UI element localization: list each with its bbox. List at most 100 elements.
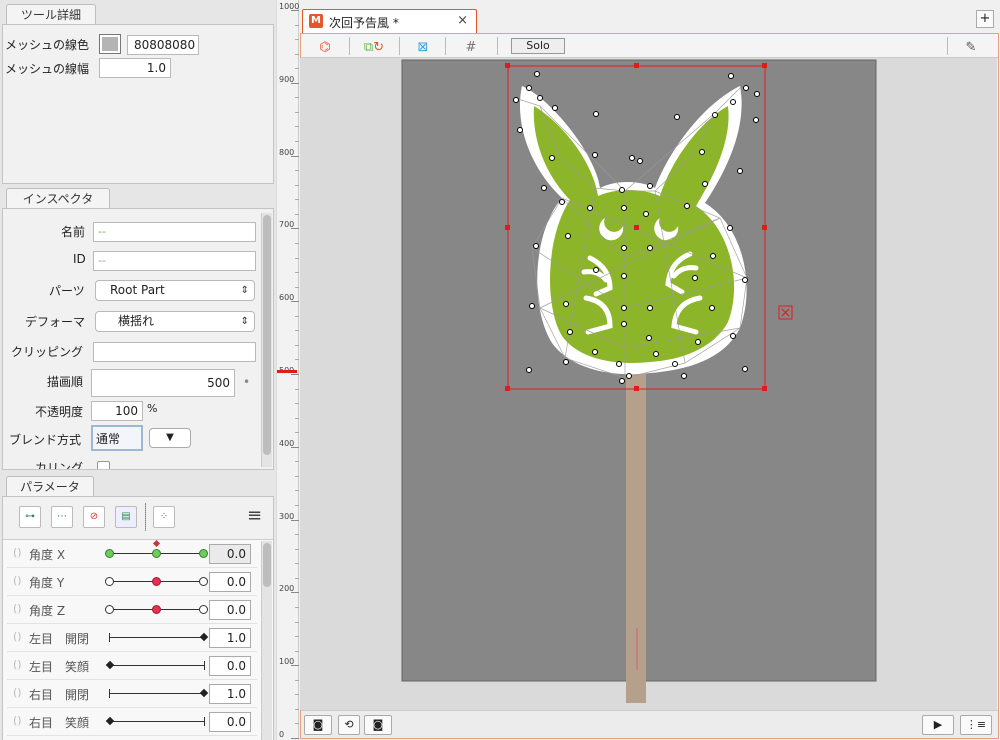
key-point[interactable] <box>152 577 161 586</box>
add-keys-icon[interactable]: ⋯ <box>51 506 73 528</box>
add-tab-button[interactable]: + <box>976 10 994 28</box>
id-input[interactable]: -- <box>93 251 256 271</box>
param-slider[interactable] <box>109 688 209 698</box>
blend-input[interactable]: 通常 <box>91 425 143 451</box>
name-input[interactable]: -- <box>93 222 256 242</box>
param-name: 左目 笑顔 <box>29 660 90 674</box>
inspector-scroll-thumb[interactable] <box>263 215 271 455</box>
key-marker[interactable] <box>199 688 209 698</box>
param-value[interactable]: 1.0 <box>209 684 251 704</box>
ruler-tick <box>291 82 299 84</box>
link-icon: () <box>13 714 22 727</box>
glue-icon[interactable]: ⧉↻ <box>359 39 389 57</box>
pen-icon[interactable]: ✎ <box>961 39 981 57</box>
key-point[interactable] <box>105 605 114 614</box>
param-slider[interactable] <box>105 660 205 670</box>
blend-dropdown-button[interactable]: ▼ <box>149 428 191 448</box>
param-row[interactable]: () 右目 笑顔 0.0 <box>7 708 257 736</box>
param-slider[interactable] <box>105 716 205 726</box>
clipping-label: クリッピング <box>11 345 84 359</box>
add-key-icon[interactable]: ⊶ <box>19 506 41 528</box>
draw-order-input[interactable]: 500 <box>91 369 235 397</box>
param-slider[interactable] <box>105 577 208 586</box>
caret-down-icon: ▼ <box>166 432 174 443</box>
parameter-panel-icon[interactable]: ▤ <box>115 506 137 528</box>
culling-label: カリング <box>35 461 84 470</box>
delete-key-icon[interactable]: ⊘ <box>83 506 105 528</box>
view-toolbar: ⌬ ⧉↻ ⊠ # Solo ✎ <box>301 34 998 58</box>
menu-icon[interactable]: ≡ <box>247 505 262 526</box>
close-tab-icon[interactable]: × <box>457 13 468 28</box>
viewport[interactable] <box>300 58 997 710</box>
range-end <box>204 717 205 726</box>
key-point[interactable] <box>105 577 114 586</box>
key-point[interactable] <box>152 549 161 558</box>
camera-icon[interactable]: ◙ <box>304 715 332 735</box>
param-slider[interactable] <box>105 539 208 558</box>
param-row[interactable]: () 角度 Z 0.0 <box>7 596 257 624</box>
param-row[interactable]: () 右目 開閉 1.0 <box>7 680 257 708</box>
key-point[interactable] <box>199 605 208 614</box>
param-value[interactable]: 0.0 <box>209 600 251 620</box>
toolbar-divider <box>497 37 498 55</box>
param-slider[interactable] <box>109 632 209 642</box>
param-row[interactable]: () 角度 Y 0.0 <box>7 568 257 596</box>
camera-save-icon[interactable]: ◙ <box>364 715 392 735</box>
param-value[interactable]: 1.0 <box>209 628 251 648</box>
name-label: 名前 <box>61 225 86 239</box>
param-row[interactable]: () 左目 笑顔 0.0 <box>7 652 257 680</box>
parts-label: パーツ <box>49 284 85 298</box>
parts-select[interactable]: Root Part ⇕ <box>95 280 255 301</box>
link-icon: () <box>13 686 22 699</box>
solo-button[interactable]: Solo <box>511 38 565 54</box>
deformer-select-value: 横揺れ <box>118 314 155 328</box>
list-button[interactable]: ⋮≡ <box>960 715 992 735</box>
opacity-input[interactable]: 100 <box>91 401 143 421</box>
key-marker[interactable] <box>199 632 209 642</box>
param-row[interactable]: () 左目 開閉 1.0 <box>7 624 257 652</box>
draw-order-label: 描画順 <box>47 375 84 389</box>
ruler-position-marker <box>277 370 297 373</box>
mesh-line-color-swatch[interactable] <box>99 34 121 54</box>
param-slider[interactable] <box>105 605 208 614</box>
grid-dots-icon[interactable]: ⁘ <box>153 506 175 528</box>
key-marker[interactable] <box>105 660 115 670</box>
grid-icon[interactable]: # <box>461 39 481 57</box>
parameters-scrollbar[interactable] <box>261 541 272 740</box>
ruler-tick <box>291 446 299 448</box>
param-name: 右目 開閉 <box>29 688 90 702</box>
document-tab[interactable]: M 次回予告風 * × <box>302 9 477 33</box>
tab-parameters[interactable]: パラメータ <box>6 476 94 497</box>
parameters-scroll-thumb[interactable] <box>263 543 271 587</box>
mesh-line-color-input[interactable]: 80808080 <box>127 35 199 55</box>
ruler-tick <box>291 228 299 230</box>
key-point[interactable] <box>199 577 208 586</box>
key-point[interactable] <box>199 549 208 558</box>
ruler-tick <box>291 155 299 157</box>
param-value[interactable]: 0.0 <box>209 572 251 592</box>
ruler-tick <box>291 665 299 667</box>
param-name: 左目 開閉 <box>29 632 90 646</box>
key-marker[interactable] <box>105 716 115 726</box>
deformer-icon[interactable]: ⊠ <box>413 39 433 57</box>
key-point[interactable] <box>105 549 114 558</box>
param-value[interactable]: 0.0 <box>209 712 251 732</box>
toolbar-divider <box>399 37 400 55</box>
ruler-tick <box>291 519 299 521</box>
deformer-select[interactable]: 横揺れ ⇕ <box>95 311 255 332</box>
canvas-scene[interactable] <box>300 58 997 710</box>
play-button[interactable]: ▶ <box>922 715 954 735</box>
param-row[interactable]: () 角度 X 0.0 <box>7 539 257 568</box>
mesh-edit-icon[interactable]: ⌬ <box>315 39 335 57</box>
key-point[interactable] <box>152 605 161 614</box>
mesh-line-width-input[interactable]: 1.0 <box>99 58 171 78</box>
inspector-scrollbar[interactable] <box>261 213 272 467</box>
ruler-tick <box>291 738 299 739</box>
culling-checkbox[interactable] <box>97 461 110 469</box>
param-value[interactable]: 0.0 <box>209 656 251 676</box>
param-value[interactable]: 0.0 <box>209 544 251 564</box>
tab-inspector[interactable]: インスペクタ <box>6 188 110 209</box>
camera-reset-icon[interactable]: ⟲ <box>338 715 360 735</box>
clipping-input[interactable] <box>93 342 256 362</box>
tab-tool-detail[interactable]: ツール詳細 <box>6 4 96 25</box>
